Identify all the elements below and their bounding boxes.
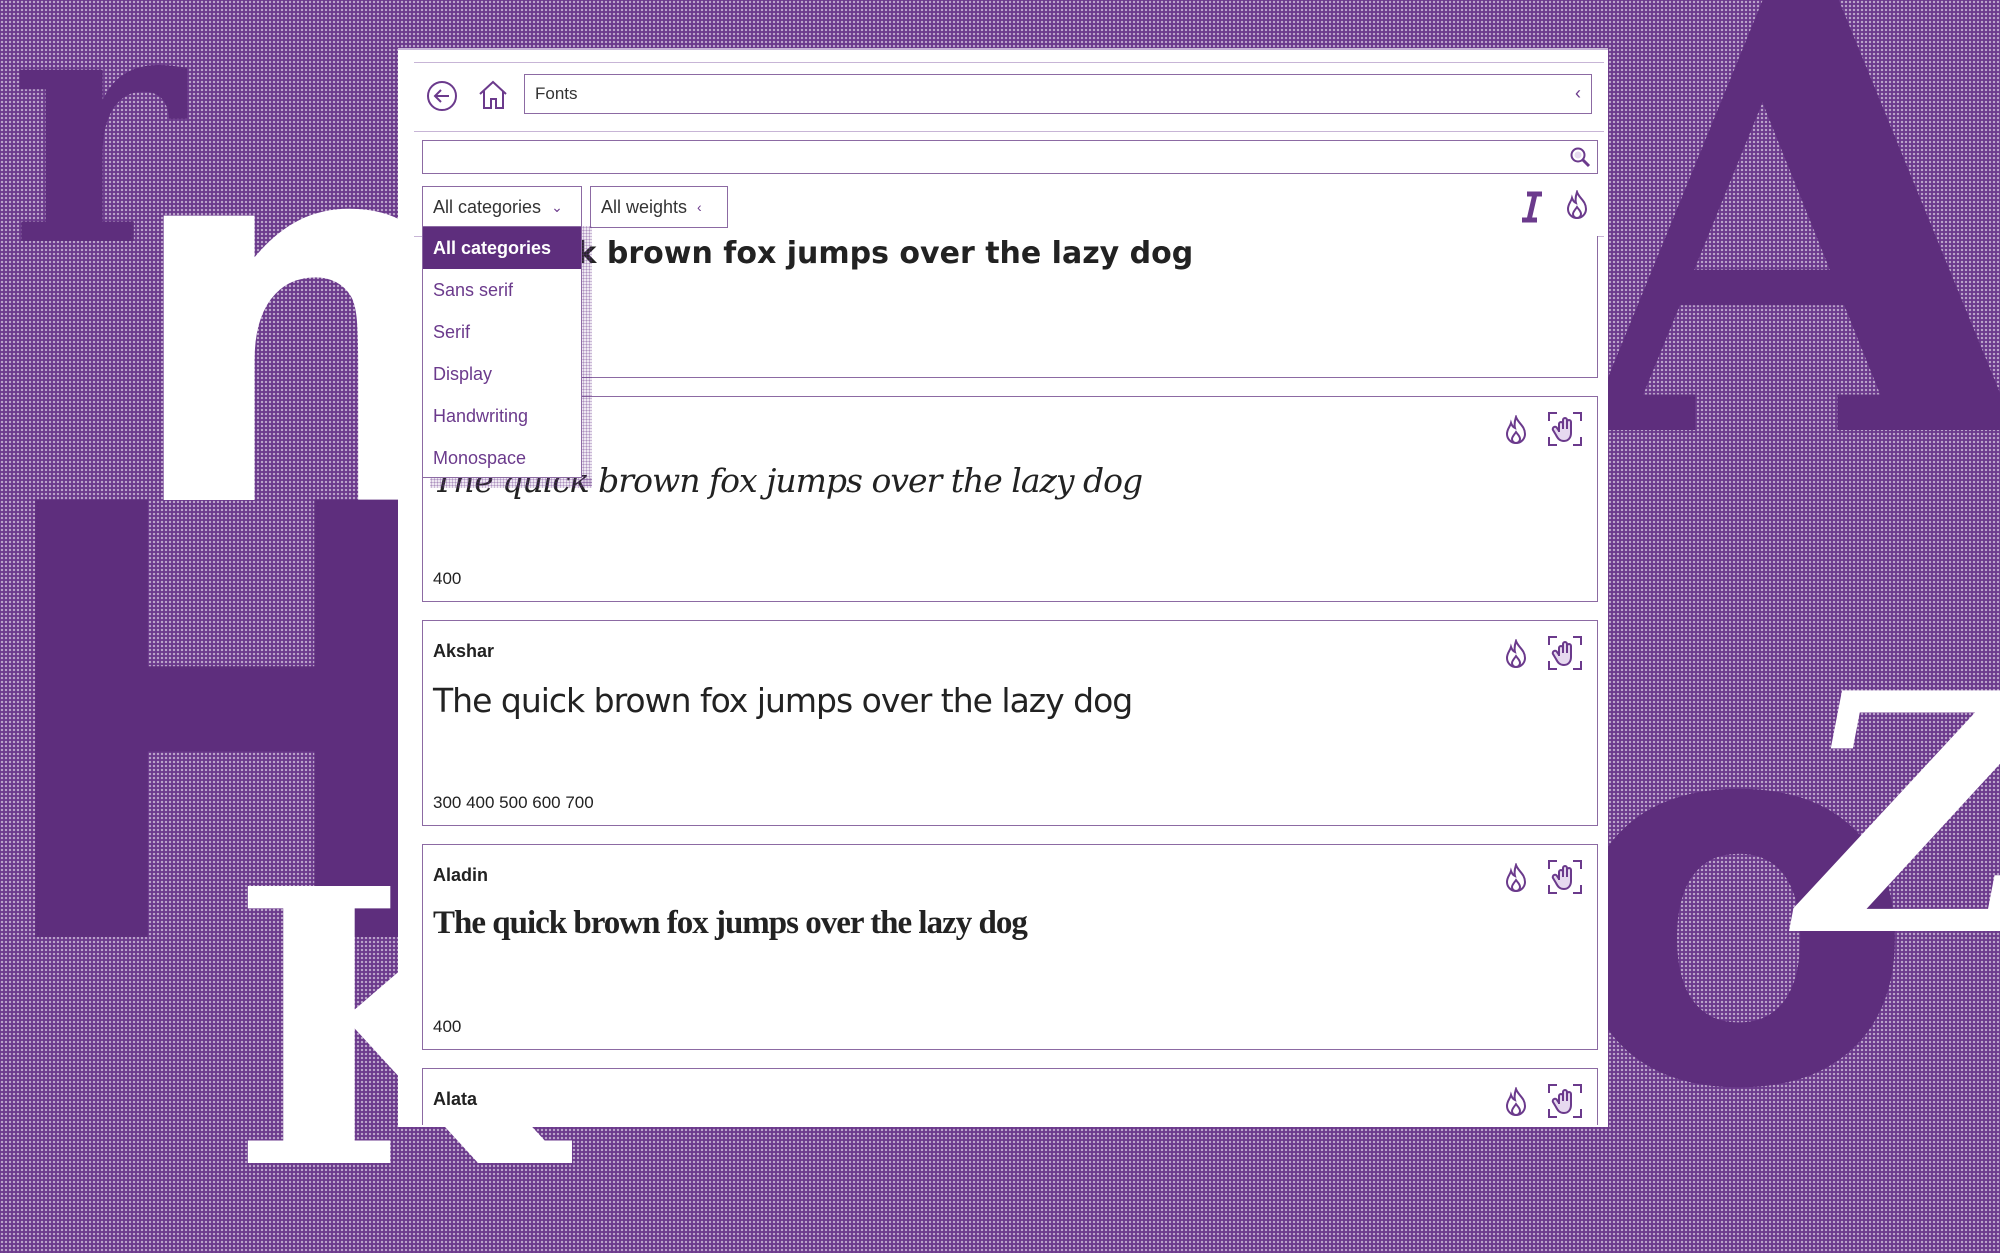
flame-icon[interactable] — [1503, 1087, 1529, 1119]
weight-select[interactable]: All weights ‹ — [590, 186, 728, 228]
search-input[interactable] — [422, 140, 1598, 174]
background-letter-z: Z — [1800, 650, 2000, 980]
font-name: Alata — [433, 1089, 478, 1109]
font-card[interactable]: Akshar The quick brown fox jumps over th… — [422, 620, 1598, 826]
category-option-display[interactable]: Display — [423, 353, 581, 395]
font-weights: 400 — [433, 1017, 462, 1036]
home-icon — [479, 80, 507, 109]
home-button[interactable] — [476, 78, 510, 112]
chevron-left-icon[interactable]: ‹ — [1575, 83, 1581, 104]
font-card[interactable]: The quick brown fox jumps over the lazy … — [422, 236, 1598, 378]
hand-select-icon[interactable] — [1547, 635, 1583, 671]
arrow-left-circle-icon — [427, 81, 457, 111]
hand-select-icon[interactable] — [1547, 411, 1583, 447]
hand-select-icon[interactable] — [1547, 859, 1583, 895]
category-dropdown-menu: All categories Sans serif Serif Display … — [422, 226, 582, 478]
flame-icon[interactable] — [1503, 639, 1529, 671]
font-card[interactable]: Alata — [422, 1068, 1598, 1125]
hand-select-icon[interactable] — [1547, 1083, 1583, 1119]
flame-icon[interactable] — [1564, 190, 1590, 222]
category-option-handwriting[interactable]: Handwriting — [423, 395, 581, 437]
address-text: Fonts — [535, 84, 578, 103]
address-field[interactable]: Fonts ‹ — [524, 74, 1592, 114]
category-select-value: All categories — [433, 196, 542, 217]
flame-icon[interactable] — [1503, 863, 1529, 895]
category-option-all[interactable]: All categories — [423, 227, 581, 269]
font-sample: The quick brown fox jumps over the lazy … — [433, 681, 1133, 720]
category-option-serif[interactable]: Serif — [423, 311, 581, 353]
weight-select-value: All weights — [601, 196, 688, 217]
category-select[interactable]: All categories ⌄ — [422, 186, 582, 228]
category-option-sans-serif[interactable]: Sans serif — [423, 269, 581, 311]
chevron-left-icon: ‹ — [697, 199, 702, 215]
font-card[interactable]: The quick brown fox jumps over the lazy … — [422, 396, 1598, 602]
font-sample: The quick brown fox jumps over the lazy … — [433, 905, 1028, 941]
search-icon[interactable] — [1569, 146, 1591, 168]
back-button[interactable] — [426, 80, 458, 112]
font-name: Aladin — [433, 865, 489, 885]
dropdown-shadow — [582, 226, 592, 486]
flame-icon[interactable] — [1503, 415, 1529, 447]
category-option-monospace[interactable]: Monospace — [423, 437, 581, 479]
chevron-down-icon: ⌄ — [551, 198, 563, 215]
italic-icon[interactable] — [1518, 190, 1546, 224]
background-letter-a: A — [1570, 0, 2000, 572]
font-weights: 400 — [433, 569, 462, 588]
dropdown-shadow — [430, 478, 592, 488]
font-weights: 300 400 500 600 700 — [433, 793, 594, 812]
font-name: Akshar — [433, 641, 495, 661]
font-card[interactable]: Aladin The quick brown fox jumps over th… — [422, 844, 1598, 1050]
